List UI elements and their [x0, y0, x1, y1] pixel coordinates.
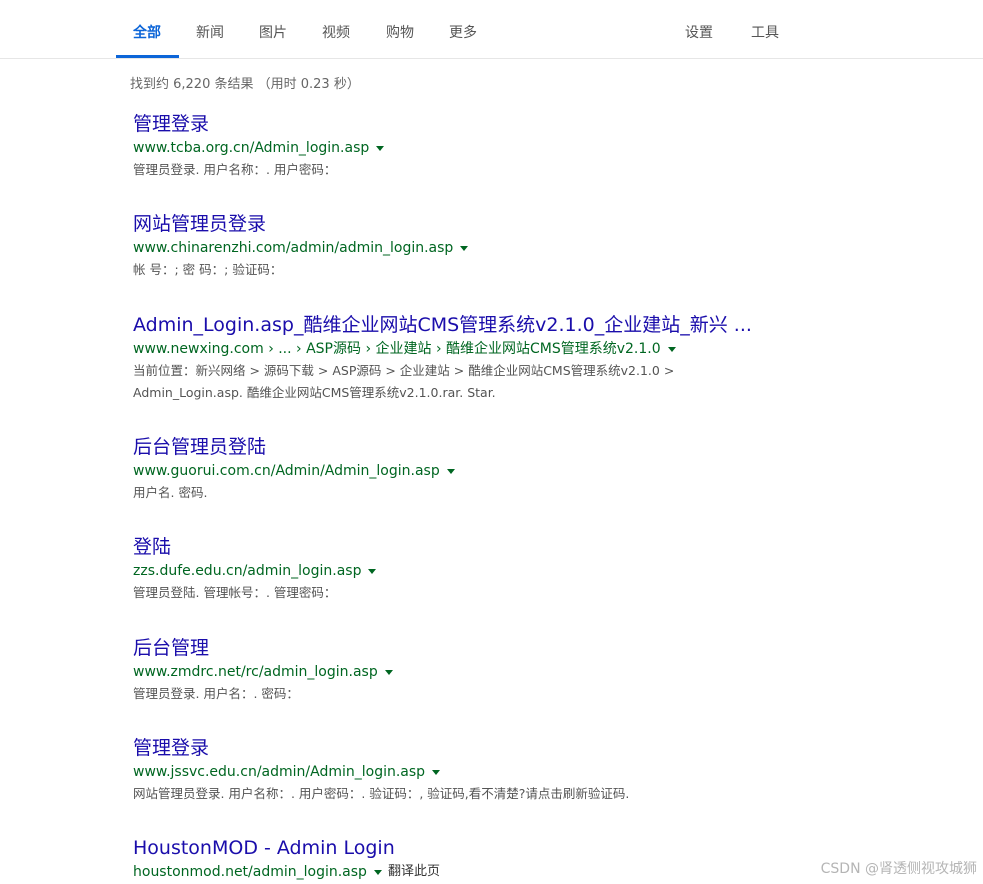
url-menu-caret-icon[interactable] [432, 769, 441, 775]
search-result: 网站管理员登录 www.chinarenzhi.com/admin/admin_… [133, 212, 783, 281]
result-stats: 找到约 6,220 条结果 （用时 0.23 秒） [130, 77, 360, 92]
watermark: CSDN @肾透侧视攻城狮 [820, 861, 977, 877]
url-menu-caret-icon[interactable] [368, 568, 377, 574]
result-url-text: zzs.dufe.edu.cn/admin_login.asp [133, 563, 362, 579]
search-result: Admin_Login.asp_酷维企业网站CMS管理系统v2.1.0_企业建站… [133, 313, 783, 404]
search-result: 后台管理员登陆 www.guorui.com.cn/Admin/Admin_lo… [133, 435, 783, 504]
result-url-text: www.tcba.org.cn/Admin_login.asp [133, 140, 370, 156]
result-url: www.tcba.org.cn/Admin_login.asp [133, 138, 783, 158]
result-title-link[interactable]: 管理登录 [133, 112, 783, 136]
result-title-link[interactable]: HoustonMOD - Admin Login [133, 836, 783, 860]
result-snippet: 帐 号：; 密 码：; 验证码： [133, 262, 283, 277]
result-url: www.jssvc.edu.cn/admin/Admin_login.asp [133, 762, 783, 782]
search-result: 管理登录 www.jssvc.edu.cn/admin/Admin_login.… [133, 736, 783, 805]
result-snippet: 管理员登录. 用户名称：. 用户密码： [133, 162, 337, 177]
result-url: www.guorui.com.cn/Admin/Admin_login.asp [133, 461, 783, 481]
result-url-text: www.jssvc.edu.cn/admin/Admin_login.asp [133, 764, 426, 780]
result-url-text: www.zmdrc.net/rc/admin_login.asp [133, 664, 378, 680]
result-title-link[interactable]: 后台管理员登陆 [133, 435, 783, 459]
result-snippet: 网站管理员登录. 用户名称：. 用户密码：. 验证码：, 验证码,看不清楚?请点… [133, 786, 630, 801]
tools-link[interactable]: 工具 [751, 24, 779, 42]
result-url: houstonmod.net/admin_login.asp 翻译此页 [133, 862, 783, 882]
result-title-link[interactable]: Admin_Login.asp_酷维企业网站CMS管理系统v2.1.0_企业建站… [133, 313, 783, 337]
translate-page-link[interactable]: 翻译此页 [388, 862, 440, 882]
tab-more[interactable]: 更多 [449, 24, 477, 42]
result-url-text: houstonmod.net/admin_login.asp [133, 864, 367, 880]
url-menu-caret-icon[interactable] [460, 245, 469, 251]
tab-news[interactable]: 新闻 [196, 24, 224, 42]
result-snippet: 用户名. 密码. [133, 485, 208, 500]
result-snippet: 管理员登录. 用户名：. 密码： [133, 686, 299, 701]
result-url: zzs.dufe.edu.cn/admin_login.asp [133, 561, 783, 581]
result-title-link[interactable]: 管理登录 [133, 736, 783, 760]
url-menu-caret-icon[interactable] [384, 669, 393, 675]
tab-all[interactable]: 全部 [133, 24, 161, 42]
result-url: www.newxing.com › ... › ASP源码 › 企业建站 › 酷… [133, 339, 783, 359]
tab-shopping[interactable]: 购物 [386, 24, 414, 42]
result-url-text: www.chinarenzhi.com/admin/admin_login.as… [133, 240, 454, 256]
search-result: 登陆 zzs.dufe.edu.cn/admin_login.asp 管理员登陆… [133, 535, 783, 604]
tab-images[interactable]: 图片 [259, 24, 287, 42]
url-menu-caret-icon[interactable] [376, 145, 385, 151]
url-menu-caret-icon[interactable] [667, 346, 676, 352]
result-url: www.chinarenzhi.com/admin/admin_login.as… [133, 238, 783, 258]
result-title-link[interactable]: 登陆 [133, 535, 783, 559]
result-snippet: 当前位置：新兴网络 > 源码下载 > ASP源码 > 企业建站 > 酷维企业网站… [133, 363, 675, 400]
result-url: www.zmdrc.net/rc/admin_login.asp [133, 662, 783, 682]
active-tab-indicator [116, 55, 179, 58]
settings-link[interactable]: 设置 [685, 24, 713, 42]
result-title-link[interactable]: 后台管理 [133, 636, 783, 660]
result-url-text: www.newxing.com › ... › ASP源码 › 企业建站 › 酷… [133, 341, 661, 357]
url-menu-caret-icon[interactable] [446, 468, 455, 474]
result-url-text: www.guorui.com.cn/Admin/Admin_login.asp [133, 463, 440, 479]
search-tabs-bar: 全部 新闻 图片 视频 购物 更多 设置 工具 [0, 0, 983, 59]
search-result: HoustonMOD - Admin Login houstonmod.net/… [133, 836, 783, 882]
result-snippet: 管理员登陆. 管理帐号：. 管理密码： [133, 585, 337, 600]
tab-videos[interactable]: 视频 [322, 24, 350, 42]
result-title-link[interactable]: 网站管理员登录 [133, 212, 783, 236]
search-result: 后台管理 www.zmdrc.net/rc/admin_login.asp 管理… [133, 636, 783, 705]
search-result: 管理登录 www.tcba.org.cn/Admin_login.asp 管理员… [133, 112, 783, 181]
url-menu-caret-icon[interactable] [373, 869, 382, 875]
